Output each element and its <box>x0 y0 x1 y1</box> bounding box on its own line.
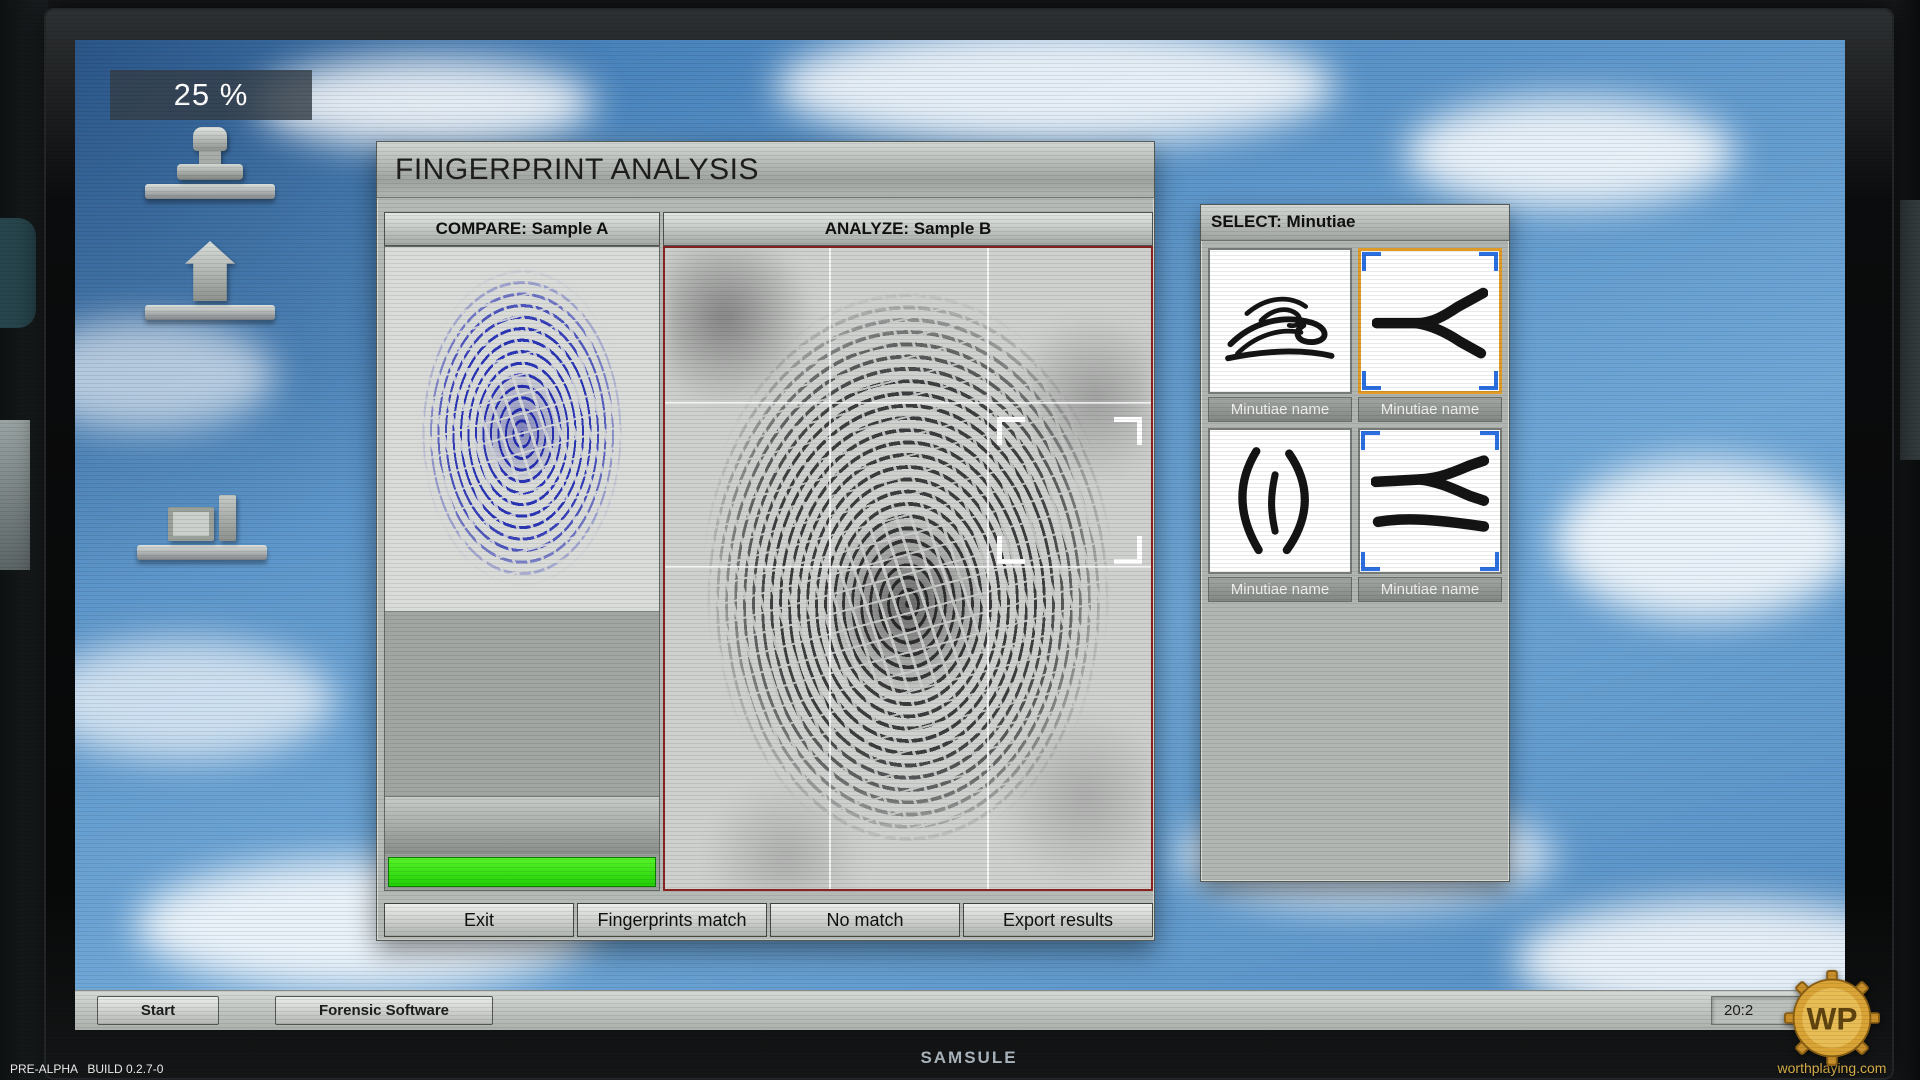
window-blind-shape <box>0 420 30 570</box>
minutia-option-1[interactable]: Minutiae name <box>1208 248 1352 422</box>
exit-button[interactable]: Exit <box>384 903 574 937</box>
selection-corner <box>1362 371 1381 390</box>
icon-shelf <box>145 305 275 320</box>
icon-shelf <box>145 184 275 199</box>
analyze-header: ANALYZE: Sample B <box>663 212 1153 246</box>
selection-corner <box>1479 252 1498 271</box>
minutia-option-3[interactable]: Minutiae name <box>1208 428 1352 602</box>
selection-brackets <box>997 417 1142 564</box>
panel-headers: COMPARE: Sample A ANALYZE: Sample B <box>384 212 1153 246</box>
stamp-icon <box>145 104 275 180</box>
monitor-bezel: 25 % FINGERPRINT ANALYSIS COMPARE: S <box>44 8 1894 1080</box>
minutiae-panel: SELECT: Minutiae Minutiae name <box>1200 204 1510 882</box>
desktop-icon-stamp[interactable] <box>145 104 275 199</box>
fingerprint-analysis-window: FINGERPRINT ANALYSIS COMPARE: Sample A A… <box>376 141 1155 941</box>
compare-panel-spacer <box>385 611 659 796</box>
selection-corner <box>1480 552 1499 571</box>
whorl-minutia-icon <box>1221 261 1339 380</box>
sample-a-viewport <box>385 247 659 611</box>
minutia-label: Minutiae name <box>1358 397 1502 422</box>
minutia-thumbnail[interactable] <box>1208 428 1352 574</box>
selection-corner <box>1480 431 1499 450</box>
delta-minutia-icon <box>1221 441 1339 560</box>
minutiae-panel-title: SELECT: Minutiae <box>1201 205 1509 241</box>
cloud-shape <box>1555 460 1845 620</box>
selection-corner <box>1479 371 1498 390</box>
selection-corner <box>1361 431 1380 450</box>
window-title: FINGERPRINT ANALYSIS <box>377 142 1154 198</box>
taskbar-app-forensic-software[interactable]: Forensic Software <box>275 996 493 1025</box>
minutia-label: Minutiae name <box>1358 577 1502 602</box>
minutia-thumbnail-selected[interactable] <box>1358 428 1502 574</box>
compare-header: COMPARE: Sample A <box>384 212 660 246</box>
start-button[interactable]: Start <box>97 996 219 1025</box>
minutia-label: Minutiae name <box>1208 397 1352 422</box>
cloud-shape <box>1405 98 1735 208</box>
double-bifurcation-minutia-icon <box>1371 441 1489 560</box>
grid-line <box>665 402 1151 404</box>
computer-icon <box>137 465 267 541</box>
minutia-thumbnail[interactable] <box>1208 248 1352 394</box>
cloud-shape <box>75 640 335 760</box>
desktop-icon-house[interactable] <box>145 225 275 320</box>
export-results-button[interactable]: Export results <box>963 903 1153 937</box>
build-version-label: PRE-ALPHA BUILD 0.2.7-0 <box>10 1062 163 1076</box>
worthplaying-gear-logo-icon: WP <box>1784 970 1880 1066</box>
room-background-left <box>0 0 48 1080</box>
minutia-label: Minutiae name <box>1208 577 1352 602</box>
compare-panel-strip <box>385 796 659 854</box>
icon-shelf <box>137 545 267 560</box>
match-progress-track <box>385 854 659 890</box>
bifurcation-minutia-icon <box>1372 262 1488 380</box>
match-progress-bar <box>388 857 656 887</box>
selection-corner <box>1362 252 1381 271</box>
window-button-row: Exit Fingerprints match No match Export … <box>384 903 1153 937</box>
selection-corner <box>1361 552 1380 571</box>
minutiae-grid: Minutiae name Minutiae name <box>1201 241 1509 609</box>
fingerprint-sample-a <box>410 255 634 599</box>
fingerprint-sample-b <box>688 268 1128 868</box>
desktop-icon-computer[interactable] <box>137 465 267 560</box>
room-background-right <box>1892 0 1920 1080</box>
grid-line <box>665 566 1151 568</box>
grid-line <box>987 248 989 889</box>
taskbar: Start Forensic Software 20:2 <box>75 990 1845 1030</box>
fingerprints-match-button[interactable]: Fingerprints match <box>577 903 767 937</box>
cloud-shape <box>75 320 275 430</box>
watermark: WP worthplaying.com <box>1764 970 1900 1076</box>
monitor-brand: SAMSULE <box>44 1048 1894 1068</box>
grid-line <box>829 248 831 889</box>
compare-panel <box>384 246 660 891</box>
no-match-button[interactable]: No match <box>770 903 960 937</box>
minutia-option-4[interactable]: Minutiae name <box>1358 428 1502 602</box>
minutia-thumbnail-selected[interactable] <box>1358 248 1502 394</box>
desktop-wallpaper: 25 % FINGERPRINT ANALYSIS COMPARE: S <box>75 40 1845 1030</box>
house-icon <box>145 225 275 301</box>
cloud-shape <box>775 40 1335 146</box>
umbrella-shape <box>0 218 36 328</box>
watermark-logo-text: WP <box>1807 1001 1858 1037</box>
sample-b-viewport[interactable] <box>663 246 1153 891</box>
minutia-option-2[interactable]: Minutiae name <box>1358 248 1502 422</box>
wall-panel-shape <box>1900 200 1920 460</box>
